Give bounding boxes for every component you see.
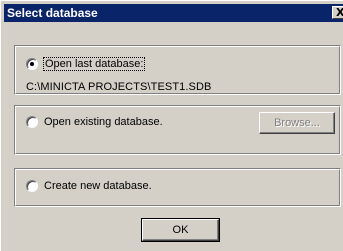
open-last-radio[interactable] [26,58,38,70]
browse-button[interactable]: Browse... [259,112,335,134]
ok-button[interactable]: OK [141,218,220,242]
select-database-dialog: Select database X Open last database: C:… [0,0,343,251]
title-bar: Select database X [4,4,343,22]
create-new-radio[interactable] [26,180,38,192]
create-new-label[interactable]: Create new database. [44,180,152,192]
dialog-title: Select database [7,6,98,20]
close-button[interactable]: X [332,6,343,19]
open-existing-radio[interactable] [26,116,38,128]
create-new-option[interactable]: Create new database. [26,180,152,192]
open-last-option[interactable]: Open last database: [26,57,146,71]
close-icon: X [336,6,343,19]
open-last-label[interactable]: Open last database: [42,57,146,71]
open-existing-label[interactable]: Open existing database. [44,116,163,128]
last-database-path: C:\MINICTA PROJECTS\TEST1.SDB [26,81,212,93]
open-existing-option[interactable]: Open existing database. [26,116,163,128]
